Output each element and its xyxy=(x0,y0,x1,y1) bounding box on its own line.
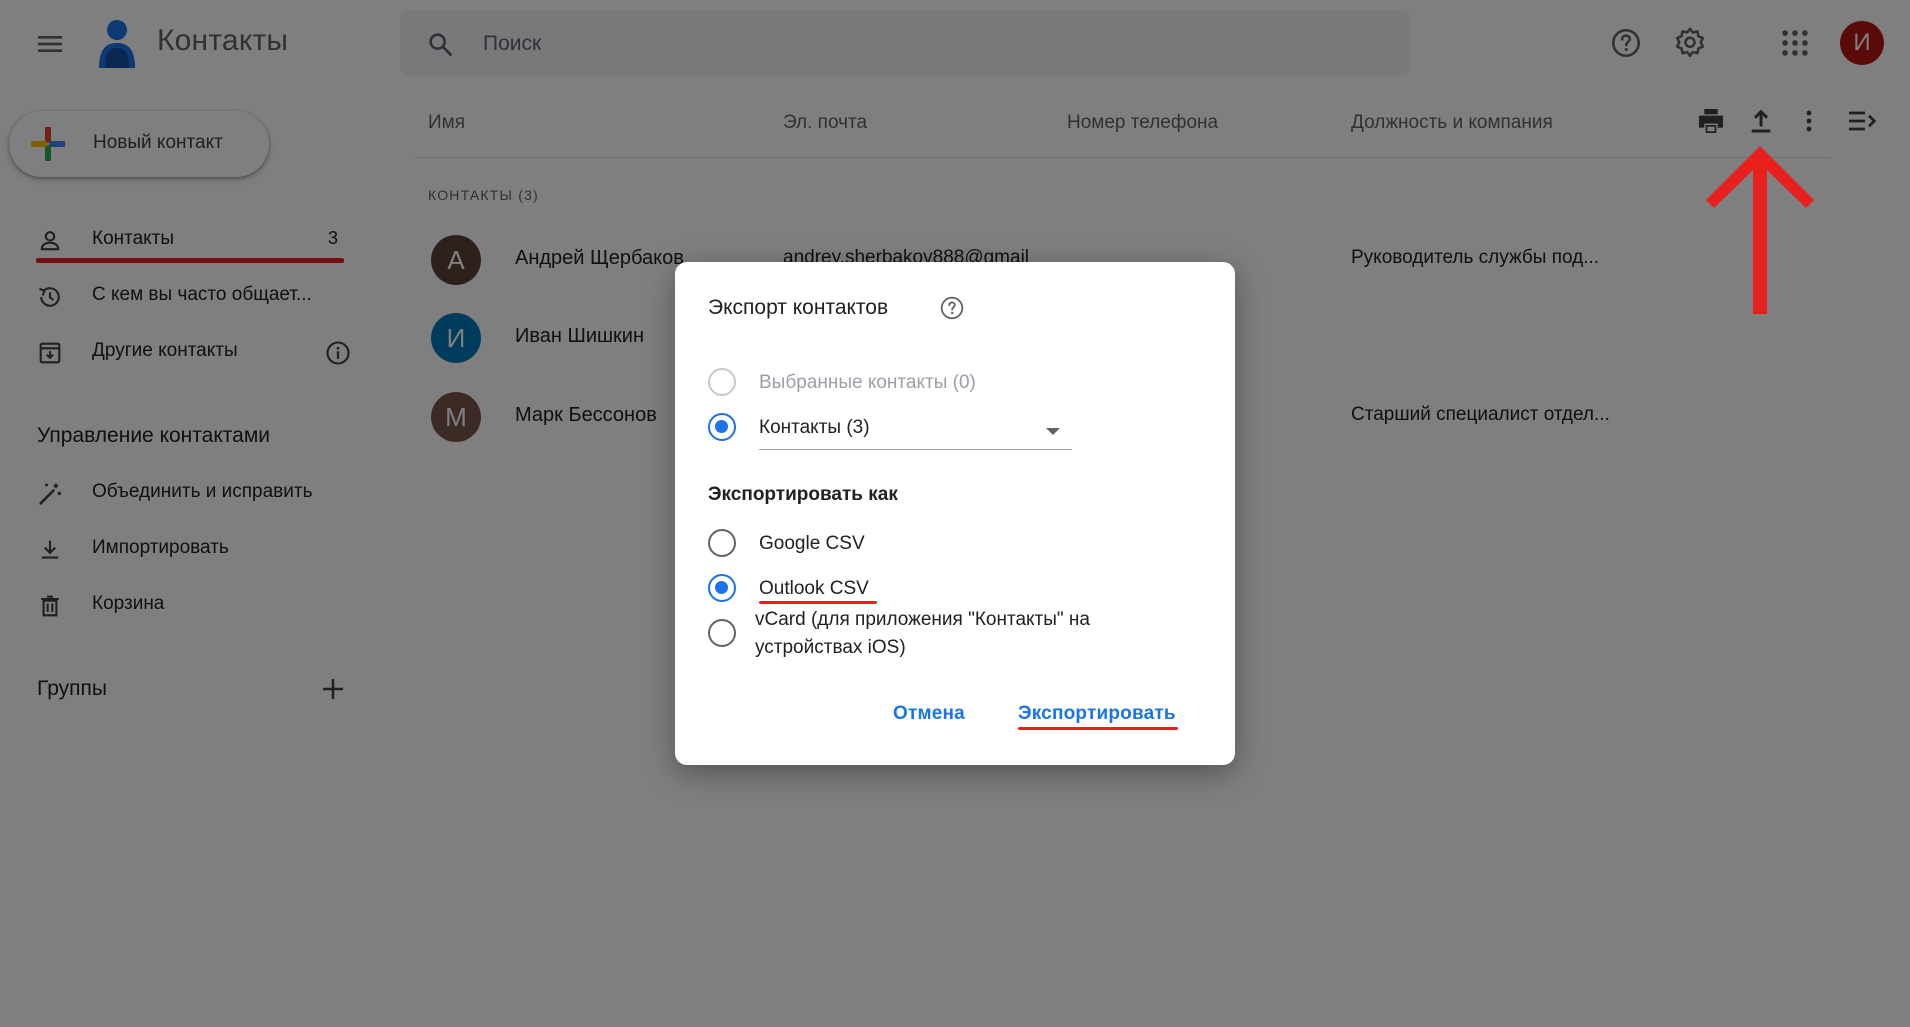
annotation-arrow-icon xyxy=(1700,142,1820,320)
contacts-select[interactable]: Контакты (3) xyxy=(759,417,870,439)
radio-label: Outlook CSV xyxy=(759,578,869,599)
annotation-underline xyxy=(759,601,877,604)
chevron-down-icon[interactable] xyxy=(1046,428,1060,435)
export-format-heading: Экспортировать как xyxy=(708,484,898,505)
select-underline xyxy=(759,449,1072,450)
export-button[interactable]: Экспортировать xyxy=(1018,703,1176,725)
radio-all-contacts[interactable] xyxy=(708,413,736,441)
cancel-button[interactable]: Отмена xyxy=(893,703,965,725)
radio-label: vCard (для приложения "Контакты" на устр… xyxy=(755,609,1090,658)
help-icon[interactable] xyxy=(939,295,965,321)
annotation-underline xyxy=(1018,727,1178,730)
export-contacts-dialog: Экспорт контактов Выбранные контакты (0)… xyxy=(675,262,1235,765)
radio-google-csv[interactable] xyxy=(708,529,736,557)
radio-outlook-csv[interactable] xyxy=(708,574,736,602)
radio-label: Выбранные контакты (0) xyxy=(759,372,976,393)
radio-selected-contacts[interactable] xyxy=(708,368,736,396)
radio-vcard[interactable] xyxy=(708,619,736,647)
radio-label: Google CSV xyxy=(759,533,865,554)
dialog-title: Экспорт контактов xyxy=(708,296,889,319)
